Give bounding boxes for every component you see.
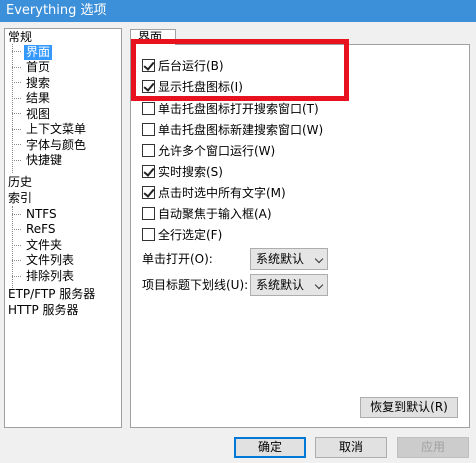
tree-connector (12, 44, 13, 173)
tree-item-etp-ftp-server[interactable]: ETP/FTP 服务器 (8, 287, 95, 302)
restore-default-button[interactable]: 恢复到默认(R) (360, 397, 458, 418)
checkbox[interactable] (142, 165, 155, 178)
checkbox[interactable] (142, 123, 155, 136)
option-label: 点击时选中所有文字(M) (158, 186, 286, 200)
checkbox[interactable] (142, 59, 155, 72)
tree-item-ntfs[interactable]: NTFS (26, 207, 57, 222)
tab-label: 界面 (138, 30, 163, 44)
chevron-down-icon (314, 254, 324, 264)
title-underline-label: 项目标题下划线(U): (142, 278, 249, 292)
tree-item-file-lists[interactable]: 文件列表 (26, 253, 74, 268)
option-label: 后台运行(B) (158, 59, 224, 73)
title-underline-select[interactable]: 系统默认 (250, 274, 328, 296)
tree-connector (12, 51, 21, 52)
tree-connector (12, 144, 21, 145)
select-value: 系统默认 (256, 252, 305, 266)
window-title: Everything 选项 (6, 3, 107, 18)
checkbox[interactable] (142, 228, 155, 241)
option-label: 单击托盘图标打开搜索窗口(T) (158, 102, 319, 116)
single-click-open-label: 单击打开(O): (142, 252, 213, 266)
tree-item-view[interactable]: 视图 (26, 107, 50, 122)
tree-connector (12, 276, 21, 277)
option-label: 单击托盘图标新建搜索窗口(W) (158, 123, 324, 137)
option-label: 允许多个窗口运行(W) (158, 144, 276, 158)
select-value: 系统默认 (256, 278, 305, 292)
tree-connector (12, 113, 21, 114)
checkbox[interactable] (142, 102, 155, 115)
tree-item-general[interactable]: 常规 (8, 30, 32, 45)
tree-item-results[interactable]: 结果 (26, 91, 50, 106)
option-label: 实时搜索(S) (158, 165, 223, 179)
tree-item-shortcuts[interactable]: 快捷键 (26, 153, 62, 168)
tree-connector (12, 67, 21, 68)
tree-connector (12, 129, 21, 130)
single-click-open-select[interactable]: 系统默认 (250, 248, 328, 270)
tree-item-index[interactable]: 索引 (8, 191, 32, 206)
checkbox[interactable] (142, 144, 155, 157)
option-label: 自动聚焦于输入框(A) (158, 207, 272, 221)
tree-connector (12, 229, 21, 230)
tree-item-search[interactable]: 搜索 (26, 76, 50, 91)
title-bar: Everything 选项 (0, 0, 476, 22)
tree-item-http-server[interactable]: HTTP 服务器 (8, 303, 79, 318)
tree-connector (12, 260, 21, 261)
apply-button[interactable]: 应用 (397, 437, 469, 458)
checkbox[interactable] (142, 80, 155, 93)
tree-item-interface[interactable]: 界面 (24, 45, 53, 60)
tree-item-home[interactable]: 首页 (26, 60, 50, 75)
tree-item-exclude-list[interactable]: 排除列表 (26, 269, 74, 284)
options-tree[interactable]: 常规 界面 首页 搜索 结果 视图 上下文菜单 字体与颜色 快捷键 历史 索引 … (4, 28, 122, 428)
option-label: 全行选定(F) (158, 228, 223, 242)
tree-connector (12, 206, 13, 290)
option-label: 显示托盘图标(I) (158, 80, 243, 94)
chevron-down-icon (314, 280, 324, 290)
tree-connector (12, 245, 21, 246)
tree-item-context-menu[interactable]: 上下文菜单 (26, 122, 86, 137)
tree-connector (12, 98, 21, 99)
cancel-button[interactable]: 取消 (315, 437, 387, 458)
tree-item-refs[interactable]: ReFS (26, 222, 56, 237)
checkbox[interactable] (142, 186, 155, 199)
tree-connector (12, 214, 21, 215)
ok-button[interactable]: 确定 (234, 437, 306, 458)
tree-item-history[interactable]: 历史 (8, 175, 32, 190)
tree-connector (12, 160, 21, 161)
tab-interface[interactable]: 界面 (130, 29, 176, 45)
tree-item-folders[interactable]: 文件夹 (26, 238, 62, 253)
tree-connector (12, 82, 21, 83)
checkbox[interactable] (142, 207, 155, 220)
tree-item-fonts-colors[interactable]: 字体与颜色 (26, 138, 86, 153)
